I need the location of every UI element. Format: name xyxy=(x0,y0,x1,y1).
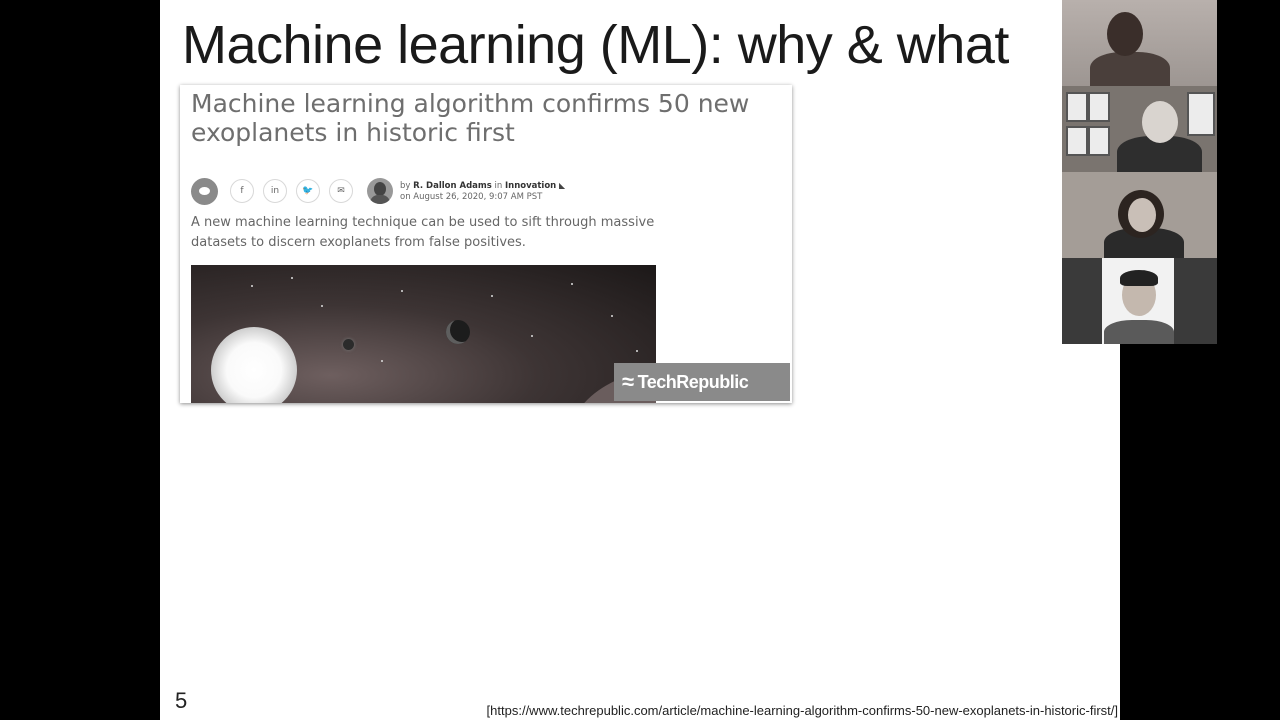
category-link[interactable]: Innovation xyxy=(505,181,556,191)
exoplanet-image xyxy=(191,265,656,403)
techrepublic-logo: ≈ TechRepublic xyxy=(614,363,790,401)
article-headline: Machine learning algorithm confirms 50 n… xyxy=(191,89,750,147)
star-dot xyxy=(491,295,493,297)
star-dot xyxy=(571,283,573,285)
star-glow xyxy=(211,327,297,403)
twitter-icon[interactable]: 🐦 xyxy=(296,179,320,203)
article-screenshot: Machine learning algorithm confirms 50 n… xyxy=(180,85,792,403)
slide-number: 5 xyxy=(175,688,188,713)
byline-in: in xyxy=(494,180,503,191)
participant-head xyxy=(1107,12,1143,56)
black-overlay xyxy=(1120,542,1280,720)
share-row: f in 🐦 ✉ by R. Dallon Adams in Innovatio… xyxy=(191,177,565,205)
window-pane xyxy=(1088,126,1110,156)
article-date: on August 26, 2020, 9:07 AM PST xyxy=(400,191,543,202)
star-dot xyxy=(531,335,533,337)
participant-video-1[interactable] xyxy=(1062,0,1217,86)
article-summary: A new machine learning technique can be … xyxy=(191,215,655,250)
linkedin-icon[interactable]: in xyxy=(263,179,287,203)
participant-hair xyxy=(1120,270,1158,286)
large-planet xyxy=(446,320,470,344)
slide: Machine learning (ML): why & what Machin… xyxy=(160,0,1120,720)
byline: by R. Dallon Adams in Innovation ◣ on Au… xyxy=(400,180,565,203)
byline-by: by xyxy=(400,180,411,191)
techrepublic-logo-icon: ≈ xyxy=(622,369,634,394)
star-dot xyxy=(401,290,403,292)
facebook-icon[interactable]: f xyxy=(230,179,254,203)
author-avatar xyxy=(367,178,393,204)
star-dot xyxy=(611,315,613,317)
rss-icon[interactable]: ◣ xyxy=(559,180,565,191)
author-link[interactable]: R. Dallon Adams xyxy=(413,181,492,191)
window-pane xyxy=(1088,92,1110,122)
participant-head xyxy=(1142,101,1178,143)
star-dot xyxy=(321,305,323,307)
techrepublic-logo-text: TechRepublic xyxy=(637,371,749,392)
window-pane xyxy=(1066,126,1088,156)
participant-head xyxy=(1128,198,1156,232)
participant-video-3[interactable] xyxy=(1062,172,1217,258)
star-dot xyxy=(291,277,293,279)
participant-body xyxy=(1090,52,1170,86)
window-pane xyxy=(1187,92,1215,136)
small-planet xyxy=(343,339,354,350)
email-icon[interactable]: ✉ xyxy=(329,179,353,203)
star-dot xyxy=(381,360,383,362)
participant-video-4[interactable] xyxy=(1062,258,1217,344)
video-participants-panel xyxy=(1062,0,1217,344)
star-dot xyxy=(251,285,253,287)
participant-body xyxy=(1104,320,1174,344)
source-url: [https://www.techrepublic.com/article/ma… xyxy=(486,703,1118,718)
comment-icon[interactable] xyxy=(191,177,218,205)
slide-title: Machine learning (ML): why & what xyxy=(182,15,1009,75)
window-pane xyxy=(1066,92,1088,122)
star-dot xyxy=(636,350,638,352)
participant-video-2[interactable] xyxy=(1062,86,1217,172)
